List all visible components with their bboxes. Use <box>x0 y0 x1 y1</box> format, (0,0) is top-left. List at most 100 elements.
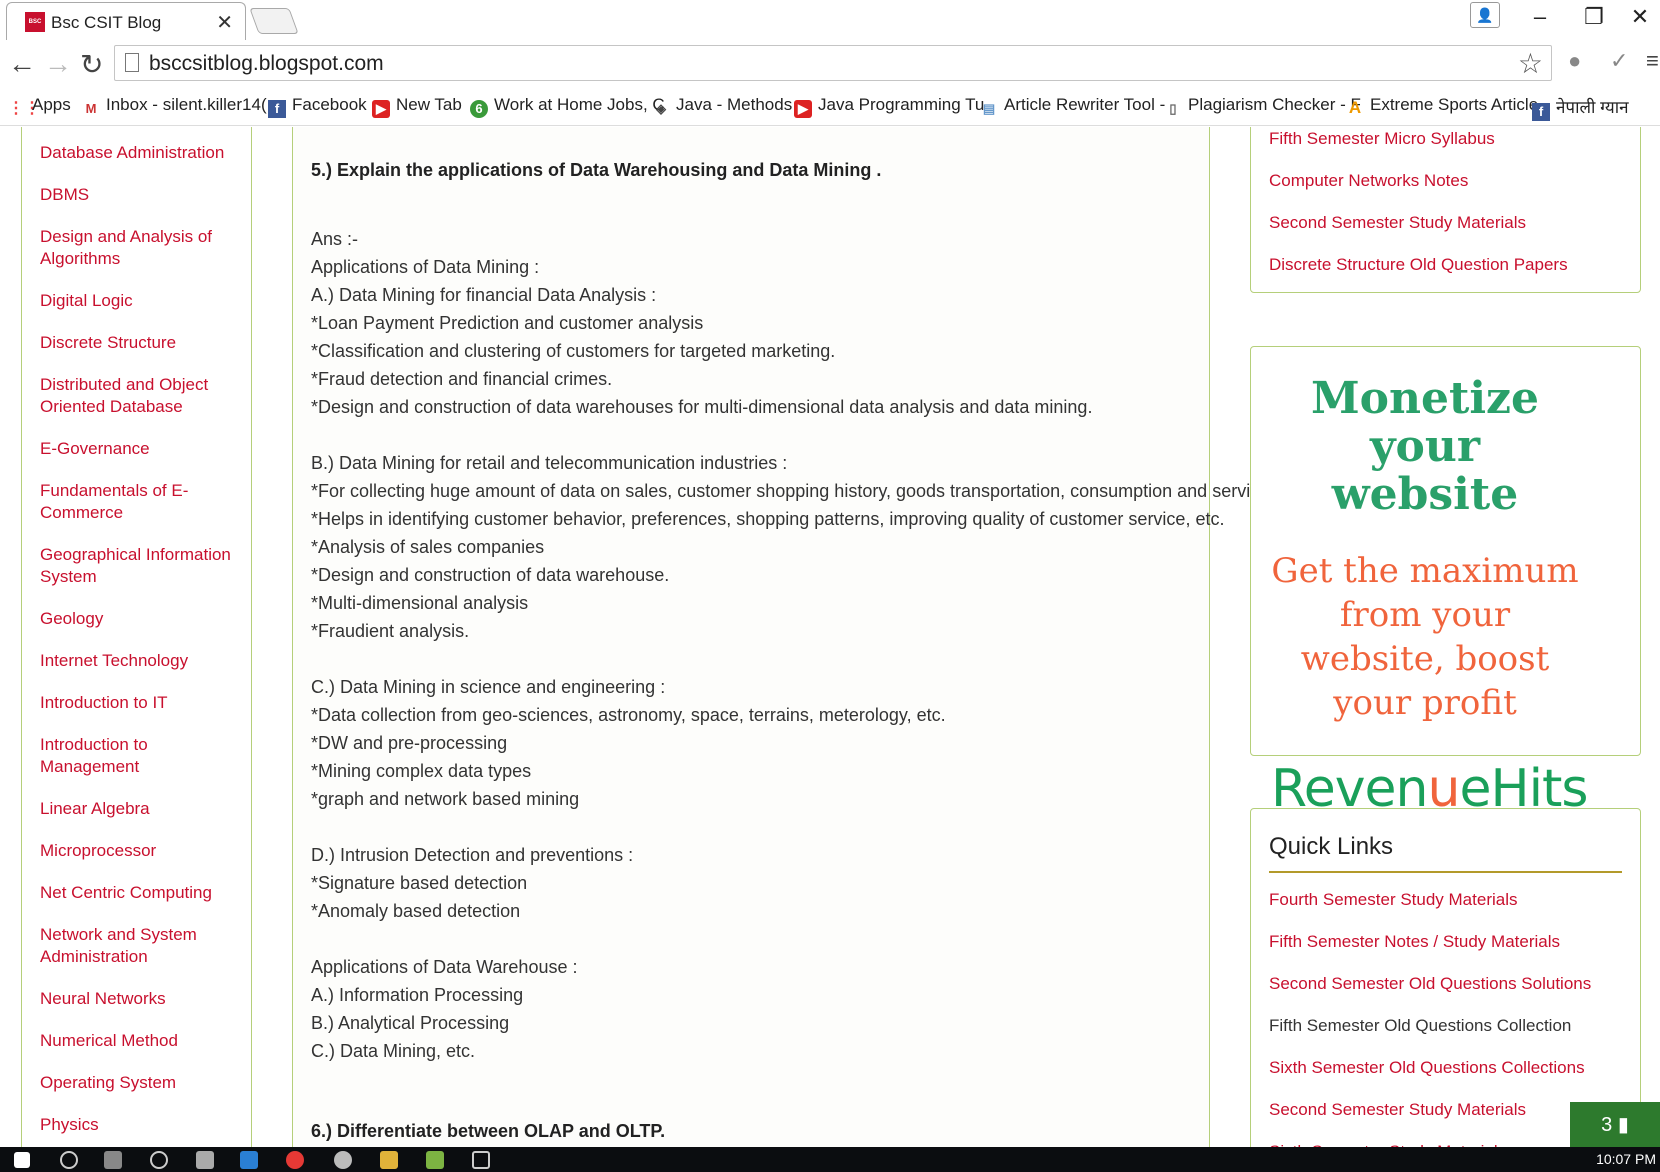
sidebar-link[interactable]: Operating System <box>40 1072 240 1094</box>
sidebar-link[interactable]: Numerical Method <box>40 1030 240 1052</box>
settings-icon[interactable] <box>150 1151 168 1169</box>
sidebar-link[interactable]: Introduction to IT <box>40 692 240 714</box>
sidebar-link[interactable]: Database Administration <box>40 142 240 164</box>
sidebar-link[interactable]: Physics <box>40 1114 240 1136</box>
sidebar-link[interactable]: Introduction to Management <box>40 734 240 778</box>
subject-sidebar: Database Administration DBMS Design and An… <box>21 127 252 1147</box>
bookmarks-bar: ⋮⋮Apps M Inbox - silent.killer14( f Facebo… <box>0 86 1660 126</box>
forward-arrow-icon[interactable]: → <box>44 48 72 80</box>
page-viewport[interactable]: Database Administration DBMS Design and An… <box>0 127 1660 1147</box>
answer-line: *Classification and clustering of custom… <box>311 341 836 361</box>
bookmark-facebook[interactable]: f Facebook <box>268 95 367 118</box>
answer-line: *Data collection from geo-sciences, astr… <box>311 705 946 725</box>
answer-line: Ans :- <box>311 229 359 249</box>
bookmark-java-methods[interactable]: ◈ Java - Methods <box>652 95 792 118</box>
answer-line: *For collecting huge amount of data on s… <box>311 481 1275 501</box>
bookmark-extreme-sports[interactable]: A Extreme Sports Article <box>1346 95 1538 117</box>
app-icon[interactable] <box>472 1151 490 1169</box>
youtube-icon: ▶ <box>372 100 390 118</box>
right-sidebar-link[interactable]: Computer Networks Notes <box>1269 170 1640 192</box>
browser-tab[interactable]: BSC Bsc CSIT Blog ✕ <box>6 2 246 40</box>
comment-bubble-icon: ▮ <box>1617 1114 1629 1136</box>
windows-start-icon[interactable] <box>14 1152 30 1168</box>
right-sidebar-link[interactable]: Second Semester Study Materials <box>1269 212 1640 234</box>
tutorial-icon: ◈ <box>656 101 666 116</box>
answer-line: *Design and construction of data warehou… <box>311 565 670 585</box>
url-text[interactable]: bsccsitblog.blogspot.com <box>149 52 384 76</box>
subject-list: Database Administration DBMS Design and An… <box>22 127 251 1147</box>
new-tab-button[interactable] <box>249 8 299 34</box>
store-icon[interactable] <box>104 1151 122 1169</box>
sidebar-link[interactable]: Microprocessor <box>40 840 240 862</box>
extension-globe-icon[interactable]: ● <box>1568 48 1581 74</box>
sidebar-link[interactable]: E-Governance <box>40 438 240 460</box>
ad-subline: Get the maximum from your website, boost… <box>1271 551 1579 723</box>
right-sidebar-link[interactable]: Fifth Semester Micro Syllabus <box>1269 128 1640 150</box>
quick-link[interactable]: Fourth Semester Study Materials <box>1269 889 1640 911</box>
sidebar-link[interactable]: Network and System Administration <box>40 924 240 968</box>
facebook-icon: f <box>1532 103 1550 121</box>
bookmark-article-rewriter[interactable]: ▤ Article Rewriter Tool - <box>980 95 1165 118</box>
sidebar-link[interactable]: Geology <box>40 608 240 630</box>
bookmark-label: Article Rewriter Tool - <box>1004 95 1166 114</box>
bookmark-java-programming[interactable]: ▶ Java Programming Tu <box>794 95 984 118</box>
right-sidebar-link[interactable]: Discrete Structure Old Question Papers <box>1269 254 1640 276</box>
close-tab-icon[interactable]: ✕ <box>216 10 233 35</box>
app-icon[interactable] <box>196 1151 214 1169</box>
bookmark-label: Java Programming Tu <box>818 95 985 114</box>
quick-link[interactable]: Fifth Semester Old Questions Collection <box>1269 1015 1640 1037</box>
minimize-icon[interactable]: – <box>1520 4 1560 30</box>
sidebar-link[interactable]: Neural Networks <box>40 988 240 1010</box>
bookmark-label: नेपाली ग्यान <box>1556 98 1629 117</box>
sidebar-link[interactable]: Linear Algebra <box>40 798 240 820</box>
app-icon[interactable] <box>240 1151 258 1169</box>
app-icon[interactable] <box>426 1151 444 1169</box>
close-window-icon[interactable]: ✕ <box>1620 4 1660 30</box>
address-bar[interactable]: bsccsitblog.blogspot.com ☆ <box>114 45 1552 81</box>
chrome-icon[interactable] <box>286 1151 304 1169</box>
quick-link[interactable]: Sixth Semester Old Questions Collections <box>1269 1057 1640 1079</box>
bookmark-new-tab[interactable]: ▶ New Tab <box>372 95 462 118</box>
sidebar-link[interactable]: Discrete Structure <box>40 332 240 354</box>
back-arrow-icon[interactable]: ← <box>8 48 36 80</box>
restore-icon[interactable]: ❐ <box>1574 4 1614 30</box>
app-icon[interactable] <box>334 1151 352 1169</box>
bookmark-nepali-gyan[interactable]: f नेपाली ग्यान <box>1532 95 1629 121</box>
bookmark-inbox[interactable]: M Inbox - silent.killer14( <box>82 95 267 118</box>
answer-line: B.) Data Mining for retail and telecommu… <box>311 453 788 473</box>
sidebar-link[interactable]: Net Centric Computing <box>40 882 240 904</box>
sidebar-link[interactable]: Geographical Information System <box>40 544 240 588</box>
ad-headline: Monetize your website <box>1310 373 1540 520</box>
reload-icon[interactable]: ↻ <box>80 48 103 81</box>
sidebar-link[interactable]: Distributed and Object Oriented Database <box>40 374 240 418</box>
bookmark-star-icon[interactable]: ☆ <box>1518 47 1543 80</box>
sidebar-link[interactable]: DBMS <box>40 184 240 206</box>
document-icon: ▤ <box>982 101 996 116</box>
revenuehits-ad[interactable]: Monetize your website Get the maximum fr… <box>1271 359 1589 819</box>
quick-link[interactable]: Second Semester Old Questions Solutions <box>1269 973 1640 995</box>
sidebar-link[interactable]: Fundamentals of E-Commerce <box>40 480 240 524</box>
sidebar-link[interactable]: Internet Technology <box>40 650 240 672</box>
search-icon[interactable] <box>60 1151 78 1169</box>
answer-line: *Anomaly based detection <box>311 901 521 921</box>
sidebar-link[interactable]: Digital Logic <box>40 290 240 312</box>
comment-count: 3 <box>1601 1114 1613 1136</box>
bookmark-plagiarism-checker[interactable]: ▯ Plagiarism Checker - F <box>1164 95 1361 118</box>
bookmark-label: Java - Methods <box>676 95 793 114</box>
ad-box: Monetize your website Get the maximum fr… <box>1250 346 1641 819</box>
bookmark-apps[interactable]: ⋮⋮Apps <box>8 95 71 118</box>
quick-link[interactable]: Fifth Semester Notes / Study Materials <box>1269 931 1640 953</box>
menu-icon[interactable]: ≡ <box>1646 48 1659 74</box>
comment-count-button[interactable]: 3 ▮ <box>1570 1102 1660 1148</box>
sidebar-link[interactable]: Design and Analysis of Algorithms <box>40 226 240 270</box>
profile-icon[interactable]: 👤 <box>1470 2 1500 28</box>
folder-icon[interactable] <box>380 1151 398 1169</box>
answer-line: Applications of Data Mining : <box>311 257 540 277</box>
bookmark-work-at-home[interactable]: 6 Work at Home Jobs, C <box>470 95 665 118</box>
extension-check-icon[interactable]: ✓ <box>1610 48 1628 74</box>
bookmark-label: Plagiarism Checker - F <box>1188 95 1361 114</box>
